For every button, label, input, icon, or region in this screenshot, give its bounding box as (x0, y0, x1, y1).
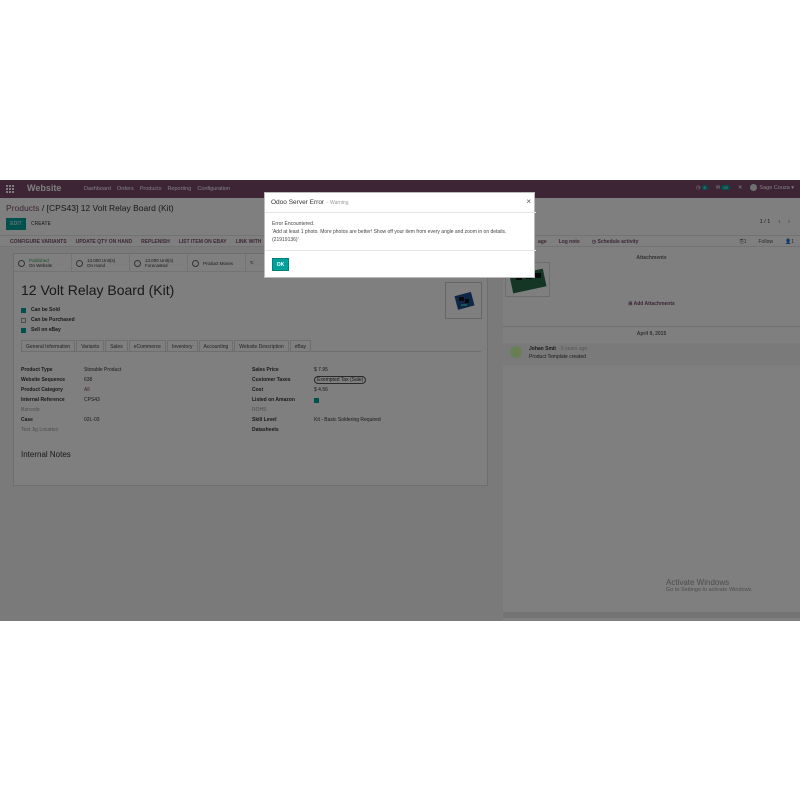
dialog-body: Error Encountered. 'Add at least 1 photo… (272, 220, 530, 244)
error-line-1: Error Encountered. (272, 221, 315, 227)
error-line-2: 'Add at least 1 photo. More photos are b… (272, 229, 507, 235)
dialog-subtitle: - Warning (327, 200, 349, 206)
dialog-header: Odoo Server Error - Warning × (265, 193, 536, 213)
dialog-title: Odoo Server Error (271, 199, 325, 206)
odoo-app: Website Dashboard Orders Products Report… (0, 180, 800, 621)
error-dialog: Odoo Server Error - Warning × Error Enco… (264, 192, 536, 278)
ok-button[interactable]: OK (272, 258, 289, 271)
dialog-footer: OK (265, 250, 536, 278)
close-icon[interactable]: × (526, 197, 531, 206)
error-line-3: (21919136)' (272, 237, 299, 243)
